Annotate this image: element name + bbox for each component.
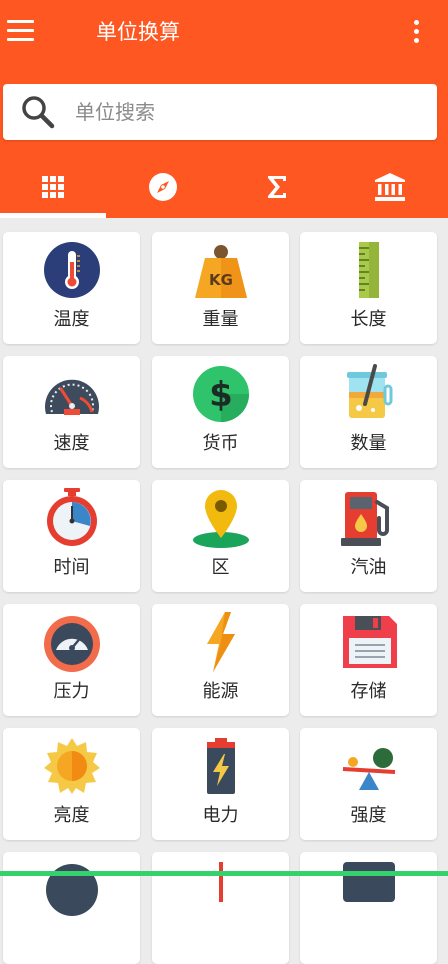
- sigma-icon: [268, 176, 286, 198]
- unit-card-partial[interactable]: [3, 852, 140, 964]
- unit-card-fuel[interactable]: 汽油: [300, 480, 437, 592]
- tab-sigma[interactable]: [224, 160, 330, 214]
- lightning-icon: [207, 612, 235, 672]
- active-tab-indicator: [0, 213, 106, 218]
- unit-card-storage[interactable]: 存储: [300, 604, 437, 716]
- unit-label: 压力: [53, 681, 90, 702]
- sun-icon: [44, 738, 100, 794]
- kg-weight-icon: KG: [195, 245, 247, 298]
- pressure-gauge-icon: [44, 616, 100, 672]
- unit-card-time[interactable]: 时间: [3, 480, 140, 592]
- unit-label: 汽油: [350, 557, 387, 578]
- beaker-icon: [347, 364, 393, 418]
- compass-icon: [149, 173, 177, 201]
- unit-label: 存储: [350, 681, 387, 702]
- unit-card-intensity[interactable]: 强度: [300, 728, 437, 840]
- floppy-disk-icon: [343, 616, 397, 668]
- seesaw-icon: [342, 748, 396, 790]
- thermometer-icon: [44, 242, 100, 298]
- search-input[interactable]: [75, 94, 415, 130]
- unit-card-temperature[interactable]: 温度: [3, 232, 140, 344]
- unit-label: 亮度: [53, 805, 90, 826]
- unit-label: 时间: [53, 557, 90, 578]
- unit-card-currency[interactable]: $ 货币: [152, 356, 289, 468]
- dollar-coin-icon: $: [193, 366, 249, 422]
- unit-label: 能源: [202, 681, 239, 702]
- unit-card-power[interactable]: 电力: [152, 728, 289, 840]
- tab-compass[interactable]: [110, 160, 216, 214]
- gauge-icon-partial: [46, 864, 98, 916]
- unit-label: 数量: [350, 433, 387, 454]
- unit-card-length[interactable]: 长度: [300, 232, 437, 344]
- tab-units-grid[interactable]: [0, 160, 106, 214]
- fuel-pump-icon: [341, 492, 389, 546]
- bottom-progress-strip: [0, 871, 448, 876]
- unit-label: 重量: [202, 309, 239, 330]
- unit-card-energy[interactable]: 能源: [152, 604, 289, 716]
- unit-card-quantity[interactable]: 数量: [300, 356, 437, 468]
- unit-card-brightness[interactable]: 亮度: [3, 728, 140, 840]
- unit-label: 货币: [202, 433, 239, 454]
- monitor-icon-partial: [343, 862, 395, 902]
- menu-icon[interactable]: [7, 20, 35, 42]
- unit-card-speed[interactable]: 速度: [3, 356, 140, 468]
- unit-label: 区: [211, 557, 230, 578]
- search-box[interactable]: [3, 84, 437, 140]
- unit-label: 速度: [53, 433, 90, 454]
- thermometer-icon-partial: [219, 862, 223, 902]
- unit-label: 强度: [350, 805, 387, 826]
- ruler-icon: [359, 242, 379, 298]
- map-pin-icon: [193, 490, 249, 548]
- search-icon[interactable]: [20, 95, 56, 129]
- stopwatch-icon: [47, 488, 97, 546]
- unit-card-area[interactable]: 区: [152, 480, 289, 592]
- unit-card-weight[interactable]: KG 重量: [152, 232, 289, 344]
- svg-text:KG: KG: [209, 271, 233, 289]
- svg-text:$: $: [209, 375, 233, 415]
- unit-card-partial[interactable]: [300, 852, 437, 964]
- bank-icon: [375, 173, 405, 201]
- tab-bank[interactable]: [337, 160, 443, 214]
- speedometer-icon: [45, 379, 99, 415]
- grid-icon: [42, 176, 64, 198]
- more-options-icon[interactable]: [405, 18, 427, 46]
- unit-card-partial[interactable]: [152, 852, 289, 964]
- battery-icon: [207, 738, 235, 794]
- unit-card-pressure[interactable]: 压力: [3, 604, 140, 716]
- unit-label: 温度: [53, 309, 90, 330]
- unit-label: 长度: [350, 309, 387, 330]
- unit-label: 电力: [202, 805, 239, 826]
- app-bar: 单位换算: [0, 0, 448, 218]
- app-title: 单位换算: [96, 20, 180, 44]
